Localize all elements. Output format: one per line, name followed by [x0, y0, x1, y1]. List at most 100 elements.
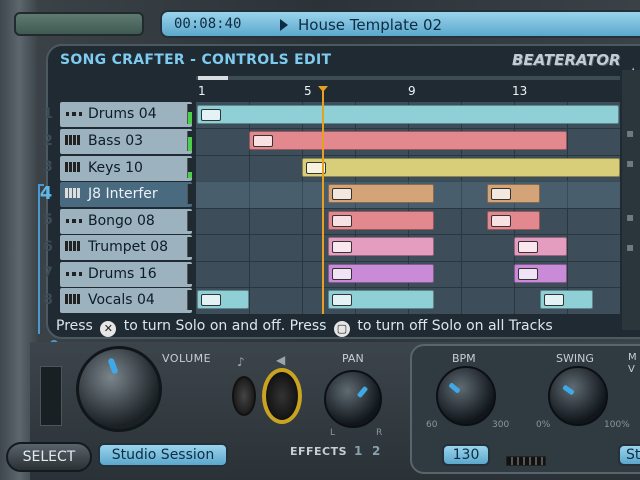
keyboard-icon	[332, 188, 352, 200]
track-level-meter	[187, 264, 192, 284]
keyboard-icon	[544, 294, 564, 306]
keyboard-icon	[253, 135, 273, 147]
grid-line	[196, 287, 620, 288]
keyboard-icon	[65, 135, 83, 147]
right-lcd: St	[618, 444, 640, 466]
drum-pads-icon	[332, 268, 352, 280]
track-level-meter	[187, 158, 192, 178]
bpm-min-label: 60	[426, 420, 438, 430]
effect-1-label[interactable]: 1	[354, 444, 362, 458]
track-row[interactable]: Bass 03	[60, 129, 192, 154]
help-text-part: Press	[56, 318, 93, 334]
swing-label: SWING	[556, 352, 594, 365]
track-name: J8 Interfer	[88, 186, 158, 202]
track-level-meter	[187, 290, 192, 310]
right-side-strip	[622, 70, 640, 330]
track-name: Bass 03	[88, 133, 144, 149]
timeline-scroll-thumb[interactable]	[198, 76, 228, 80]
pan-knob[interactable]	[324, 370, 382, 428]
playhead[interactable]	[322, 86, 324, 314]
panel-title: SONG CRAFTER - CONTROLS EDIT	[60, 52, 332, 68]
row-number: 2	[43, 133, 53, 149]
grid-line	[196, 234, 620, 235]
bpm-max-label: 300	[492, 420, 510, 430]
brand-logo: BEATERATOR	[512, 51, 621, 69]
volume-knob[interactable]	[76, 346, 162, 432]
clip-block[interactable]	[487, 211, 540, 230]
track-level-meter	[187, 131, 192, 151]
drum-pads-icon	[201, 109, 221, 121]
track-row[interactable]: Keys 10	[60, 156, 192, 181]
master-label: V	[628, 364, 635, 375]
bpm-value: 130	[442, 444, 490, 466]
select-button[interactable]: SELECT	[6, 442, 92, 472]
clip-block[interactable]	[302, 158, 620, 177]
clip-block[interactable]	[328, 290, 434, 309]
pan-right-label: R	[376, 428, 383, 438]
pan-left-label: L	[330, 428, 336, 438]
drum-pads-icon	[491, 215, 511, 227]
clip-block[interactable]	[197, 290, 249, 309]
effect-knob-2[interactable]	[262, 368, 302, 424]
timeline-marker: 9	[408, 84, 416, 98]
bpm-knob[interactable]	[436, 366, 496, 426]
clip-block[interactable]	[197, 105, 619, 124]
track-row[interactable]: Bongo 08	[60, 209, 192, 234]
track-name: Trumpet 08	[88, 239, 169, 255]
track-row[interactable]: Trumpet 08	[60, 235, 192, 260]
song-header-bar: 00:08:40 House Template 02	[160, 10, 640, 38]
help-text: Press ✕ to turn Solo on and off. Press ▢…	[56, 318, 640, 340]
studio-session-display[interactable]: Studio Session	[98, 443, 228, 467]
effect-2-label[interactable]: 2	[372, 444, 380, 458]
keyboard-icon	[65, 241, 83, 253]
song-time: 00:08:40	[174, 16, 242, 32]
timeline-marker: 5	[304, 84, 312, 98]
track-row-selected[interactable]: J8 Interfer	[60, 182, 192, 207]
track-name: Vocals 04	[88, 292, 155, 308]
keyboard-icon	[332, 241, 352, 253]
clip-block[interactable]	[540, 290, 593, 309]
track-row[interactable]: Drums 04	[60, 102, 192, 127]
grid-line	[196, 128, 620, 129]
clip-block[interactable]	[249, 131, 567, 150]
swing-min-label: 0%	[536, 420, 551, 430]
effects-label: EFFECTS	[290, 445, 348, 458]
keyboard-icon	[518, 241, 538, 253]
speaker-grille	[506, 456, 546, 466]
keyboard-icon	[491, 188, 511, 200]
track-name: Keys 10	[88, 160, 143, 176]
left-lcd-display	[14, 12, 144, 36]
song-name: House Template 02	[298, 16, 443, 34]
row-number: 3	[43, 159, 53, 175]
keyboard-icon	[65, 162, 83, 174]
clip-block[interactable]	[514, 237, 567, 256]
effect-icon: ♪	[237, 355, 245, 369]
clip-block[interactable]	[514, 264, 567, 283]
track-row[interactable]: Vocals 04	[60, 288, 192, 313]
effect-knob-1[interactable]	[232, 376, 256, 416]
swing-knob[interactable]	[548, 366, 608, 426]
timeline-scrollbar[interactable]	[196, 76, 620, 80]
clip-block[interactable]	[328, 237, 434, 256]
clip-block[interactable]	[328, 211, 434, 230]
cross-button-icon: ✕	[100, 321, 117, 337]
keyboard-icon	[65, 294, 83, 306]
side-marker-icon: ▪	[626, 240, 635, 254]
clip-block[interactable]	[328, 264, 434, 283]
clip-block[interactable]	[328, 184, 434, 203]
track-level-meter	[187, 211, 192, 231]
grid-line	[196, 208, 620, 209]
bpm-label: BPM	[452, 352, 476, 365]
drum-pads-icon	[65, 215, 83, 227]
selection-bracket	[38, 184, 44, 334]
square-button-icon: ▢	[333, 321, 350, 337]
drum-pads-icon	[332, 215, 352, 227]
grid-line	[196, 155, 620, 156]
play-icon	[280, 19, 288, 31]
track-name: Drums 16	[88, 266, 157, 282]
clip-block[interactable]	[487, 184, 540, 203]
track-row[interactable]: Drums 16	[60, 262, 192, 287]
track-name: Drums 04	[88, 106, 157, 122]
volume-label: VOLUME	[162, 352, 212, 365]
speaker-icon: ◀	[276, 353, 286, 367]
